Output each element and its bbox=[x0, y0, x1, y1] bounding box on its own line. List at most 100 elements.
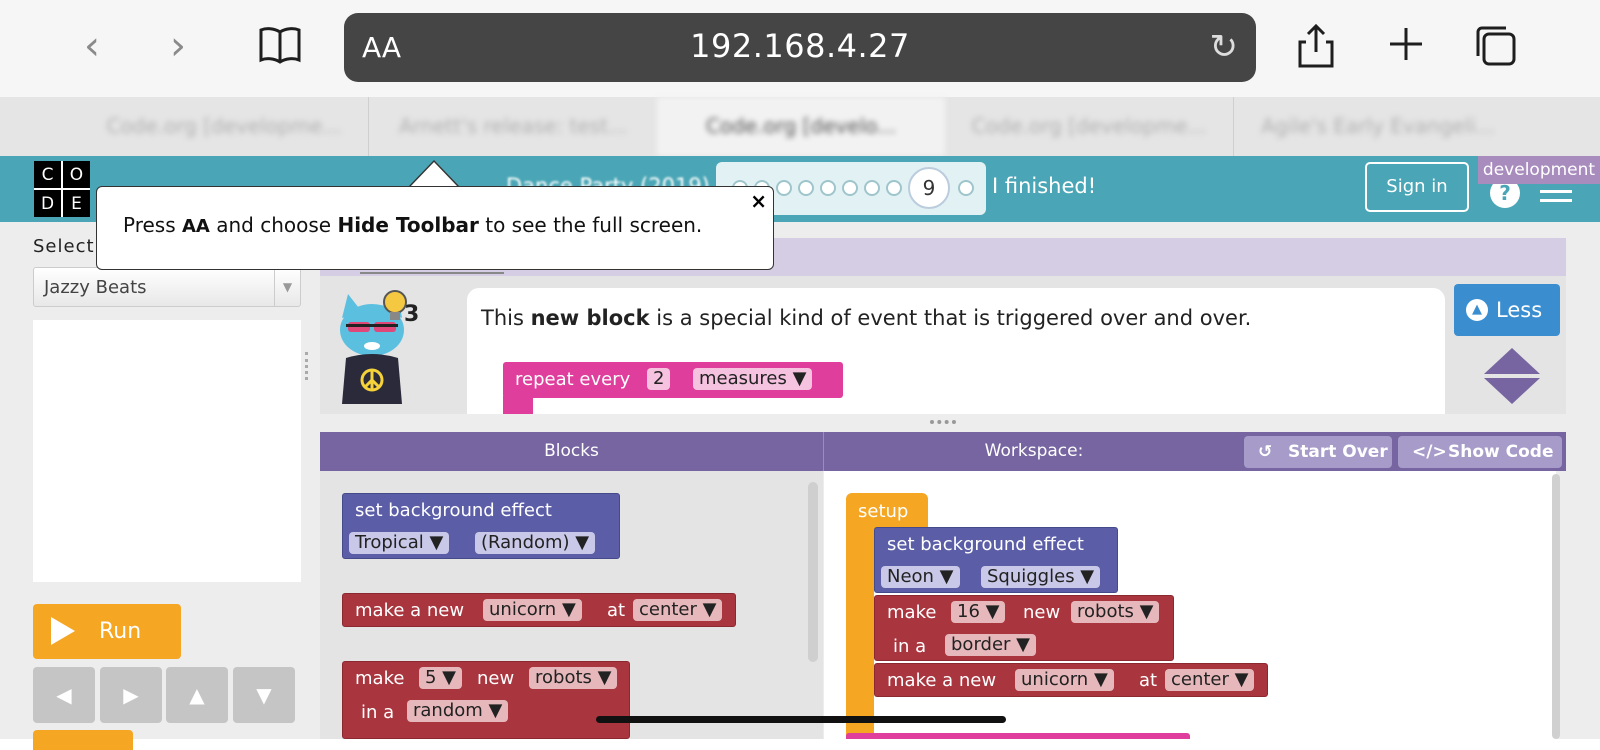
share-icon[interactable] bbox=[1296, 23, 1336, 77]
vertical-resize-handle[interactable] bbox=[930, 420, 956, 426]
level-dot[interactable] bbox=[886, 180, 902, 196]
forward-icon[interactable]: › bbox=[158, 26, 198, 66]
example-block-arm bbox=[503, 396, 533, 414]
logo-letter: E bbox=[63, 190, 90, 217]
repeat-count-pill: 2 bbox=[647, 368, 671, 390]
new-tab-icon[interactable] bbox=[1386, 24, 1426, 73]
setup-block[interactable]: setup bbox=[846, 493, 928, 529]
workspace-set-background-effect-block[interactable]: set background effect Neon ▼ Squiggles ▼ bbox=[874, 527, 1118, 593]
palette-dropdown[interactable]: Tropical ▼ bbox=[349, 532, 450, 554]
browser-tab-active[interactable]: Code.org [develo... bbox=[657, 97, 945, 156]
level-dot[interactable] bbox=[820, 180, 836, 196]
workspace-label: Workspace: bbox=[984, 441, 1084, 461]
select-song-label: Select bbox=[33, 236, 95, 257]
reload-icon[interactable]: ↻ bbox=[1210, 27, 1239, 67]
logo-letter: C bbox=[34, 161, 61, 188]
visualization-column: Select Jazzy Beats ▼ Run ◀ ▶ ▲ ▼ bbox=[0, 222, 318, 750]
address-bar[interactable]: AA 192.168.4.27 ↻ bbox=[344, 13, 1256, 82]
logo-letter: O bbox=[63, 161, 90, 188]
code-org-logo[interactable]: C O D E bbox=[34, 161, 90, 217]
toolbox-make-new-block[interactable]: make a new unicorn ▼ at center ▼ bbox=[342, 593, 736, 627]
workspace-make-group-block[interactable]: make 16 ▼ new robots ▼ in a border ▼ bbox=[874, 595, 1174, 661]
resize-handle[interactable] bbox=[305, 352, 311, 380]
start-over-button[interactable]: ↺ Start Over bbox=[1244, 436, 1392, 468]
close-icon[interactable]: × bbox=[750, 189, 767, 213]
toolbox-make-group-block[interactable]: make 5 ▼ new robots ▼ in a random ▼ bbox=[342, 661, 630, 739]
browser-tab[interactable]: Code.org [developme... bbox=[80, 97, 368, 156]
position-dropdown[interactable]: center ▼ bbox=[633, 599, 723, 621]
dancer-dropdown[interactable]: unicorn ▼ bbox=[483, 599, 582, 621]
browser-tab[interactable]: Agile's Early Evangeli... bbox=[1234, 97, 1522, 156]
level-dot[interactable] bbox=[776, 180, 792, 196]
chevron-down-icon: ▼ bbox=[274, 268, 300, 306]
tab-strip: Code.org [developme... Arnett's release:… bbox=[0, 97, 1600, 156]
browser-tab[interactable]: Arnett's release: test... bbox=[369, 97, 657, 156]
left-arrow-button[interactable]: ◀ bbox=[33, 667, 95, 723]
level-dot[interactable] bbox=[864, 180, 880, 196]
instruction-bubble: This new block is a special kind of even… bbox=[467, 288, 1445, 414]
layout-dropdown[interactable]: random ▼ bbox=[407, 700, 509, 722]
effect-dropdown[interactable]: (Random) ▼ bbox=[475, 532, 596, 554]
level-dot[interactable] bbox=[958, 180, 974, 196]
song-select-value: Jazzy Beats bbox=[44, 277, 147, 298]
main-area: Select Jazzy Beats ▼ Run ◀ ▶ ▲ ▼ 3 This … bbox=[0, 222, 1600, 750]
workspace: setup set background effect Neon ▼ Squig… bbox=[824, 471, 1556, 739]
tabs-overview-icon[interactable] bbox=[1474, 24, 1518, 77]
finish-button[interactable] bbox=[33, 730, 133, 750]
level-dot[interactable] bbox=[798, 180, 814, 196]
blocks-label: Blocks bbox=[544, 441, 599, 461]
workspace-header: Blocks Workspace: ↺ Start Over </> Show … bbox=[320, 432, 1566, 471]
position-dropdown[interactable]: center ▼ bbox=[1165, 669, 1255, 691]
dance-stage bbox=[33, 320, 301, 582]
code-icon: </> bbox=[1412, 442, 1447, 462]
undo-icon: ↺ bbox=[1258, 442, 1273, 462]
run-label: Run bbox=[99, 619, 142, 644]
hide-toolbar-tooltip: Press AA and choose Hide Toolbar to see … bbox=[96, 186, 774, 270]
workspace-scrollbar[interactable] bbox=[1552, 474, 1560, 739]
repeat-unit-pill: measures ▼ bbox=[693, 368, 813, 390]
dancer-dropdown[interactable]: unicorn ▼ bbox=[1015, 669, 1114, 691]
hint-lightbulb[interactable]: 3 bbox=[380, 288, 430, 328]
layout-dropdown[interactable]: border ▼ bbox=[945, 634, 1036, 656]
toolbox-scrollbar[interactable] bbox=[808, 482, 818, 662]
up-arrow-button[interactable]: ▲ bbox=[166, 667, 228, 723]
count-dropdown[interactable]: 5 ▼ bbox=[419, 667, 463, 689]
dancer-dropdown[interactable]: robots ▼ bbox=[1071, 601, 1160, 623]
dancer-dropdown[interactable]: robots ▼ bbox=[529, 667, 618, 689]
hint-count: 3 bbox=[404, 302, 420, 327]
instructions-tab-underline bbox=[360, 272, 504, 274]
instruction-text: This new block is a special kind of even… bbox=[481, 306, 1252, 330]
less-button[interactable]: ▲ Less bbox=[1454, 284, 1560, 336]
browser-toolbar: ‹ › AA 192.168.4.27 ↻ bbox=[0, 0, 1600, 97]
setup-block-arm bbox=[846, 527, 874, 739]
song-select[interactable]: Jazzy Beats ▼ bbox=[33, 267, 301, 307]
example-repeat-block: repeat every 2 measures ▼ bbox=[503, 362, 843, 398]
palette-dropdown[interactable]: Neon ▼ bbox=[881, 566, 960, 588]
home-indicator[interactable] bbox=[596, 716, 1006, 723]
current-level-bubble[interactable]: 9 bbox=[908, 167, 950, 209]
url-text[interactable]: 192.168.4.27 bbox=[344, 27, 1256, 65]
play-icon bbox=[51, 617, 75, 645]
down-arrow-button[interactable]: ▼ bbox=[233, 667, 295, 723]
logo-letter: D bbox=[34, 190, 61, 217]
level-dot[interactable] bbox=[842, 180, 858, 196]
effect-dropdown[interactable]: Squiggles ▼ bbox=[981, 566, 1101, 588]
right-arrow-button[interactable]: ▶ bbox=[100, 667, 162, 723]
development-badge: development bbox=[1478, 156, 1600, 184]
show-code-button[interactable]: </> Show Code bbox=[1398, 436, 1562, 468]
workspace-make-new-block[interactable]: make a new unicorn ▼ at center ▼ bbox=[874, 663, 1268, 697]
toolbox-set-background-effect-block[interactable]: set background effect Tropical ▼ (Random… bbox=[342, 493, 620, 559]
browser-tab[interactable]: Code.org [developme... bbox=[945, 97, 1233, 156]
back-icon[interactable]: ‹ bbox=[72, 26, 112, 66]
chevron-up-icon: ▲ bbox=[1466, 299, 1488, 321]
bookmarks-icon[interactable] bbox=[258, 24, 302, 73]
count-dropdown[interactable]: 16 ▼ bbox=[951, 601, 1006, 623]
tooltip-text: Press AA and choose Hide Toolbar to see … bbox=[123, 213, 703, 237]
run-button[interactable]: Run bbox=[33, 604, 181, 659]
sign-in-button[interactable]: Sign in bbox=[1365, 162, 1469, 212]
workspace-repeat-block[interactable] bbox=[846, 733, 1190, 739]
finished-link[interactable]: I finished! bbox=[992, 174, 1096, 198]
instructions-panel: 3 This new block is a special kind of ev… bbox=[320, 276, 1566, 414]
toolbox: set background effect Tropical ▼ (Random… bbox=[320, 471, 823, 739]
scroll-arrows-icon[interactable] bbox=[1484, 348, 1540, 404]
